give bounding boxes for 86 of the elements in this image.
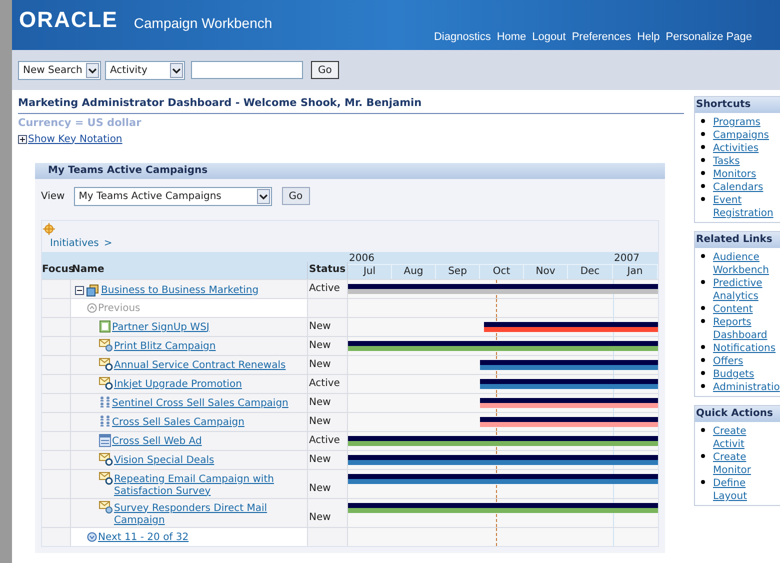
page-title: Marketing Administrator Dashboard - Welcome Shook, Mr. Benjamin xyxy=(18,96,684,114)
sidebar-link[interactable]: Tasks xyxy=(713,155,779,168)
sidebar-link[interactable]: Programs xyxy=(713,116,779,129)
status-cell: New xyxy=(308,450,348,468)
sidebar-link[interactable]: Calendars xyxy=(713,181,779,194)
sidebar-title: Quick Actions xyxy=(695,406,780,422)
header-link[interactable]: Personalize Page xyxy=(666,28,752,45)
status-cell: New xyxy=(308,318,348,336)
mail-icon xyxy=(99,338,113,352)
activity-link[interactable]: Cross Sell Web Ad xyxy=(112,434,202,448)
activity-link[interactable]: Inkjet Upgrade Promotion xyxy=(114,376,242,390)
month-header: Oct xyxy=(480,264,524,278)
sidebar-link[interactable]: Campaigns xyxy=(713,129,779,142)
expand-icon[interactable] xyxy=(18,134,27,144)
activity-link[interactable]: Survey Responders Direct Mail Campaign xyxy=(114,500,305,526)
status-cell: Active xyxy=(308,432,348,450)
campaign-link[interactable]: Business to Business Marketing xyxy=(101,282,259,298)
month-header: Jul xyxy=(348,264,392,278)
header-link[interactable]: Logout xyxy=(532,28,566,45)
year-header: 2007 xyxy=(613,252,640,264)
sidebar-link[interactable]: Create Activit xyxy=(713,425,779,451)
search-type-dropdown[interactable]: Activity xyxy=(105,60,185,80)
year-header: 2006 xyxy=(348,252,376,264)
sidebar-link[interactable]: Notifications xyxy=(713,342,779,355)
activity-link[interactable]: Print Blitz Campaign xyxy=(114,338,216,352)
status-cell: Active xyxy=(308,280,348,298)
activity-link[interactable]: Vision Special Deals xyxy=(114,452,214,466)
month-header: Aug xyxy=(392,264,436,278)
header-link[interactable]: Diagnostics xyxy=(434,28,491,45)
show-key-notation-link[interactable]: Show Key Notation xyxy=(28,132,122,146)
logo: ORACLE xyxy=(19,9,118,31)
activity-link[interactable]: Partner SignUp WSJ xyxy=(112,320,210,334)
sidebar-link[interactable]: Event Registration xyxy=(713,194,779,220)
sidebar-link[interactable]: Content xyxy=(713,303,779,316)
view-dropdown[interactable]: My Teams Active Campaigns xyxy=(74,186,272,206)
column-header: Focus xyxy=(42,262,71,276)
web-page-icon xyxy=(99,434,111,446)
collapse-icon[interactable] xyxy=(75,286,84,294)
sidebar-link[interactable]: Activities xyxy=(713,142,779,155)
focus-target-icon[interactable] xyxy=(43,222,55,234)
month-header: Jan xyxy=(613,264,658,278)
search-scope-dropdown[interactable]: New Search xyxy=(18,60,101,80)
initiatives-breadcrumb[interactable]: Initiatives xyxy=(50,236,99,250)
view-label: View xyxy=(41,190,65,204)
header-link[interactable]: Preferences xyxy=(572,28,632,45)
sidebar-link[interactable]: Budgets xyxy=(713,368,779,381)
sidebar-link[interactable]: Define Layout xyxy=(713,477,779,503)
search-field[interactable] xyxy=(191,61,303,79)
activity-link[interactable]: Annual Service Contract Renewals xyxy=(114,358,286,372)
people-icon xyxy=(99,396,111,408)
status-cell: New xyxy=(308,336,348,354)
stacked-squares-icon xyxy=(86,284,99,296)
sidebar-link[interactable]: Create Monitor xyxy=(713,451,779,477)
go-button[interactable]: Go xyxy=(311,61,339,79)
month-header: Nov xyxy=(524,264,568,278)
status-cell: New xyxy=(308,356,348,374)
sidebar-link[interactable]: Audience Workbench xyxy=(713,251,779,277)
app-title: Campaign Workbench xyxy=(134,14,272,33)
status-cell: New xyxy=(308,470,348,498)
activity-link[interactable]: Cross Sell Sales Campaign xyxy=(112,414,244,428)
people-icon xyxy=(99,414,111,426)
status-cell: New xyxy=(308,498,348,526)
sidebar-title: Shortcuts xyxy=(695,97,780,113)
sidebar-link[interactable]: Monitors xyxy=(713,168,779,181)
month-header: Sep xyxy=(436,264,480,278)
sidebar-link[interactable]: Administratio xyxy=(713,381,779,394)
status-cell: Active xyxy=(308,374,348,392)
view-go-button[interactable]: Go xyxy=(282,187,310,205)
currency-text: Currency = US dollar xyxy=(18,116,142,131)
status-cell: New xyxy=(308,412,348,430)
header-link[interactable]: Home xyxy=(496,28,526,45)
column-header: Status xyxy=(308,262,348,278)
sidebar-link[interactable]: Offers xyxy=(713,355,779,368)
mail-icon xyxy=(99,500,113,514)
month-header: Dec xyxy=(568,264,613,278)
sidebar-title: Related Links xyxy=(695,232,780,248)
sidebar-link[interactable]: Reports Dashboard xyxy=(713,316,779,342)
status-cell: New xyxy=(308,394,348,412)
breadcrumb-separator: > xyxy=(104,236,112,250)
activity-link[interactable]: Sentinel Cross Sell Sales Campaign xyxy=(112,396,288,410)
column-header: Name xyxy=(71,262,308,278)
header-link[interactable]: Help xyxy=(637,28,660,45)
sidebar-link[interactable]: Predictive Analytics xyxy=(713,277,779,303)
panel-title: My Teams Active Campaigns xyxy=(35,162,665,178)
next-page-link[interactable]: Next 11 - 20 of 32 xyxy=(98,530,189,544)
activity-link[interactable]: Repeating Email Campaign with Satisfaction Survey xyxy=(114,472,305,498)
